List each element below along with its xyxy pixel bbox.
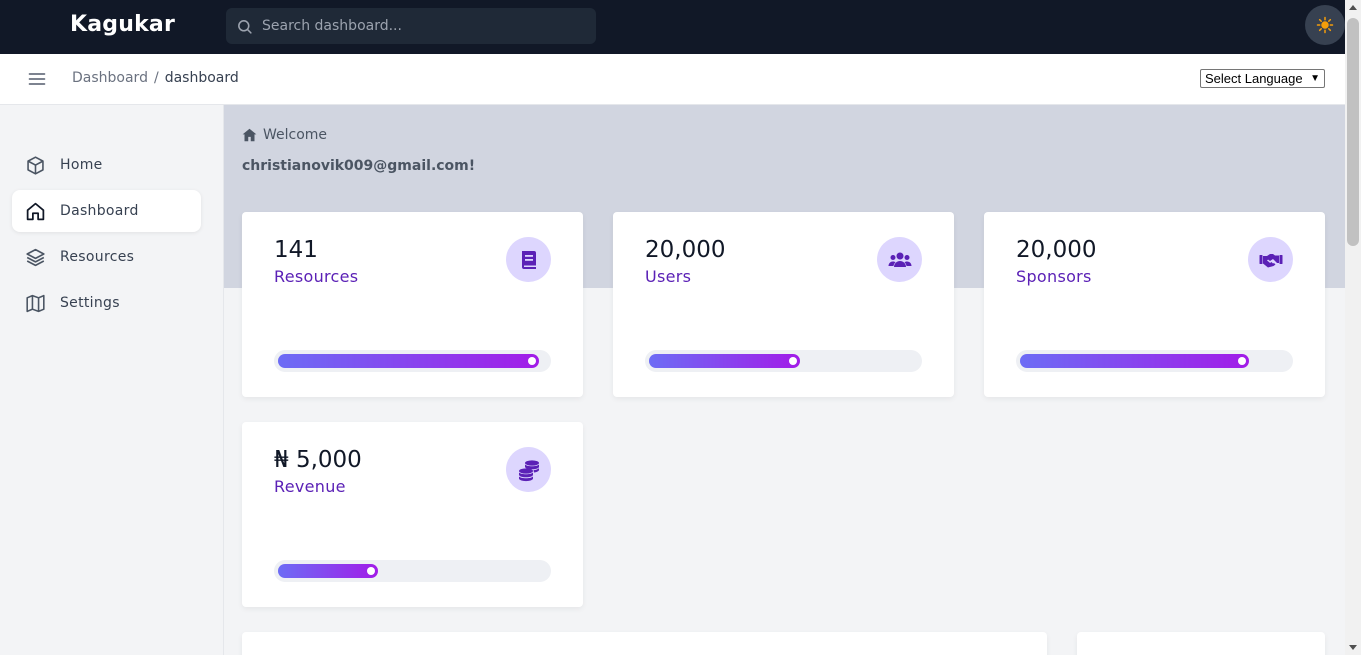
scrollbar-thumb[interactable] — [1347, 18, 1359, 246]
notifications-card — [1077, 632, 1325, 655]
scroll-down-arrow-icon[interactable] — [1349, 645, 1357, 650]
book-icon — [521, 250, 536, 269]
dropdown-arrow-icon: ▼ — [1310, 73, 1320, 84]
breadcrumb-root[interactable]: Dashboard — [72, 70, 148, 86]
page-scrollbar[interactable] — [1345, 0, 1361, 655]
stat-label: Resources — [274, 267, 359, 286]
sidebar: Home Dashboard Resources Settings — [0, 105, 224, 655]
breadcrumb-current: dashboard — [164, 70, 239, 86]
progress-knob — [789, 357, 797, 365]
search-icon — [238, 19, 252, 34]
progress-knob — [367, 567, 375, 575]
welcome-label: Welcome — [263, 127, 328, 143]
stat-card-resources: 141 Resources — [242, 212, 583, 397]
stat-card-revenue: ₦ 5,000 Revenue — [242, 422, 583, 607]
stat-progress-fill — [278, 564, 378, 578]
cube-icon — [27, 155, 44, 175]
stat-icon-badge — [1248, 237, 1293, 282]
user-email: christianovik009@gmail.com! — [242, 158, 476, 174]
map-icon — [26, 294, 45, 312]
language-select[interactable]: Select Language ▼ — [1200, 69, 1325, 88]
stat-card-sponsors: 20,000 Sponsors — [984, 212, 1325, 397]
search-bar[interactable] — [226, 8, 596, 44]
stat-progress-fill — [1020, 354, 1249, 368]
sidebar-item-settings[interactable]: Settings — [12, 282, 201, 324]
sidebar-item-home[interactable]: Home — [12, 144, 201, 186]
stat-icon-badge — [877, 237, 922, 282]
progress-knob — [528, 357, 536, 365]
brand-logo[interactable]: Kagukar — [70, 12, 175, 37]
stat-label: Sponsors — [1016, 267, 1092, 286]
chart-card — [242, 632, 1047, 655]
stat-label: Revenue — [274, 477, 346, 496]
coins-icon — [518, 459, 539, 481]
stat-progress-bar — [1016, 350, 1293, 372]
breadcrumb-separator: / — [153, 70, 159, 86]
sun-icon — [1316, 16, 1334, 34]
stat-value: 141 — [274, 237, 318, 263]
stat-progress-bar — [645, 350, 922, 372]
breadcrumb: Dashboard / dashboard — [72, 70, 239, 86]
users-icon — [888, 252, 911, 267]
stat-card-users: 20,000 Users — [613, 212, 954, 397]
hamburger-menu-icon[interactable] — [27, 69, 47, 89]
stat-icon-badge — [506, 237, 551, 282]
stat-progress-bar — [274, 560, 551, 582]
sidebar-item-label: Resources — [60, 249, 135, 265]
sidebar-item-dashboard[interactable]: Dashboard — [12, 190, 201, 232]
progress-knob — [1238, 357, 1246, 365]
stat-value: ₦ 5,000 — [274, 447, 362, 473]
scroll-up-arrow-icon[interactable] — [1349, 5, 1357, 10]
language-select-value: Select Language — [1205, 71, 1303, 86]
sidebar-item-resources[interactable]: Resources — [12, 236, 201, 278]
stat-progress-fill — [649, 354, 800, 368]
sidebar-item-label: Settings — [60, 295, 120, 311]
home-icon — [242, 128, 257, 142]
stat-icon-badge — [506, 447, 551, 492]
sidebar-item-label: Dashboard — [60, 203, 139, 219]
handshake-icon — [1259, 253, 1282, 267]
stat-progress-bar — [274, 350, 551, 372]
stat-progress-fill — [278, 354, 539, 368]
sub-header: Dashboard / dashboard Select Language ▼ — [0, 54, 1345, 105]
layers-icon — [26, 248, 45, 266]
sidebar-item-label: Home — [60, 157, 103, 173]
home-icon — [26, 202, 45, 220]
search-input[interactable] — [262, 18, 582, 34]
stat-value: 20,000 — [645, 237, 726, 263]
stat-value: 20,000 — [1016, 237, 1097, 263]
theme-toggle-button[interactable] — [1305, 5, 1345, 45]
welcome-heading: Welcome — [242, 127, 327, 143]
top-navbar: Kagukar — [0, 0, 1345, 54]
stat-label: Users — [645, 267, 692, 286]
